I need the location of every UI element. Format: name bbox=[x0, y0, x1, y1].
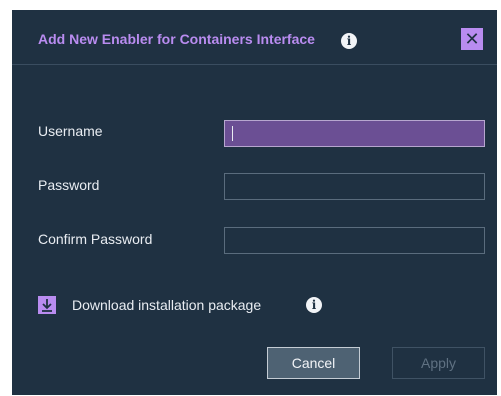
download-package-link[interactable]: Download installation package bbox=[72, 297, 261, 313]
password-label: Password bbox=[38, 177, 100, 193]
confirm-password-label: Confirm Password bbox=[38, 231, 153, 247]
close-icon: ✕ bbox=[464, 29, 480, 49]
dialog-title: Add New Enabler for Containers Interface bbox=[38, 31, 315, 47]
username-label: Username bbox=[38, 123, 103, 139]
dialog-header: Add New Enabler for Containers Interface… bbox=[12, 10, 497, 65]
info-icon[interactable]: i bbox=[341, 33, 357, 49]
add-enabler-dialog: Add New Enabler for Containers Interface… bbox=[12, 10, 497, 395]
username-field[interactable] bbox=[224, 120, 485, 147]
password-field[interactable] bbox=[224, 173, 485, 200]
apply-button[interactable]: Apply bbox=[392, 347, 485, 379]
download-icon[interactable] bbox=[38, 296, 56, 314]
close-button[interactable]: ✕ bbox=[461, 28, 483, 50]
cancel-button[interactable]: Cancel bbox=[267, 347, 360, 379]
confirm-password-field[interactable] bbox=[224, 227, 485, 254]
info-icon[interactable]: i bbox=[306, 297, 322, 313]
text-cursor bbox=[232, 126, 233, 141]
